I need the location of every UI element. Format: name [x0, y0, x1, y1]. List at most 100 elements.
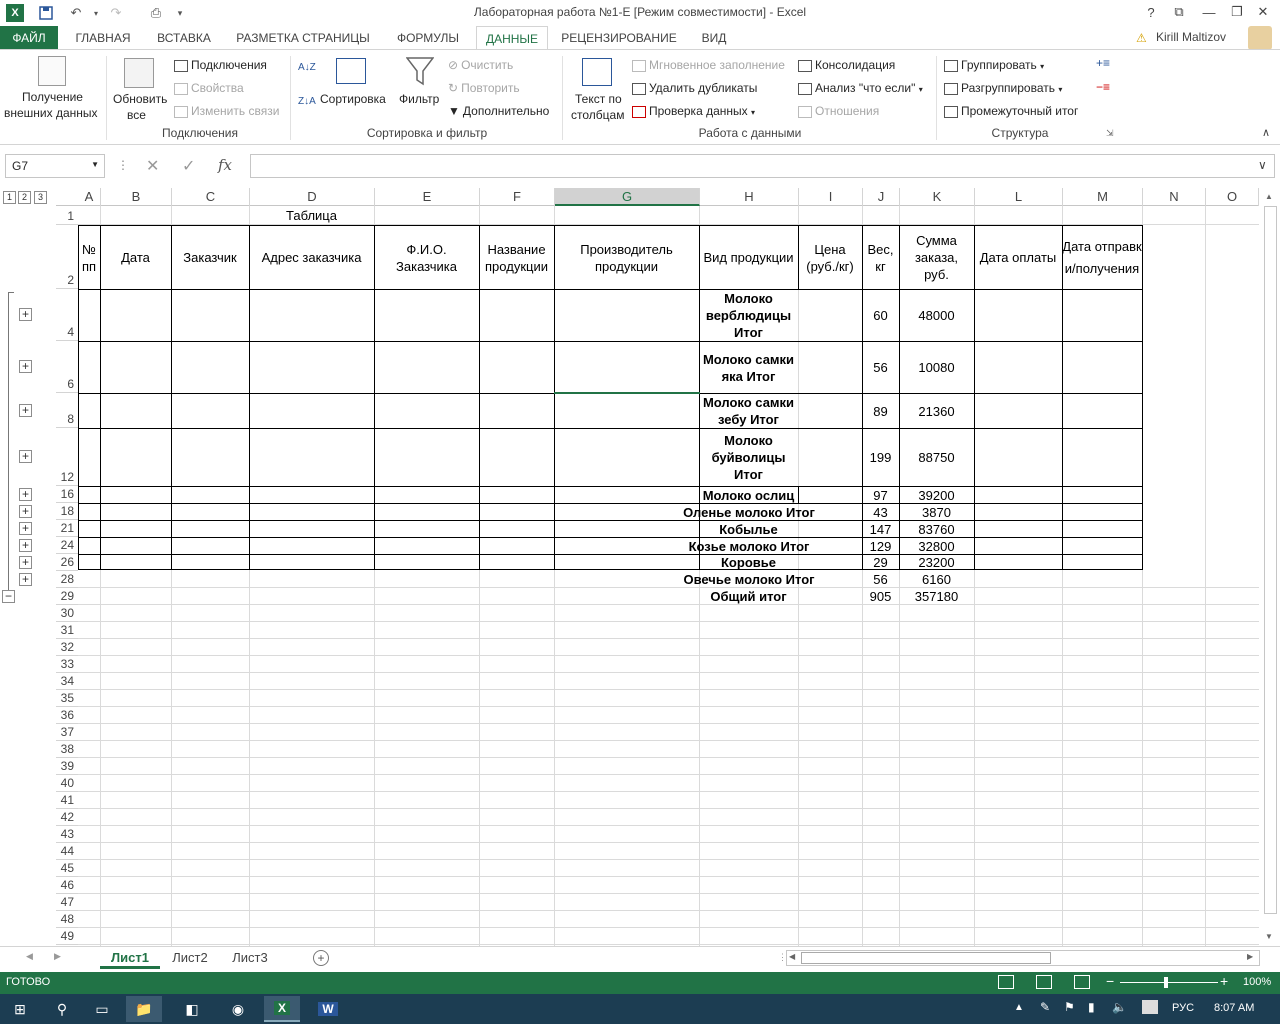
row-header[interactable]: 46	[56, 877, 78, 894]
collapse-ribbon-icon[interactable]: ∧	[1262, 126, 1270, 139]
sum-cell[interactable]: 10080	[899, 342, 974, 393]
header-cell[interactable]: Цена (руб./кг)	[798, 226, 862, 289]
get-external-label-1[interactable]: Получение	[22, 90, 83, 104]
sum-cell[interactable]: 6160	[899, 571, 974, 587]
weight-cell[interactable]: 56	[862, 342, 899, 393]
get-external-label-2[interactable]: внешних данных	[4, 106, 98, 120]
prev-sheet-icon[interactable]: ◀	[26, 951, 33, 962]
row-header[interactable]: 39	[56, 758, 78, 775]
volume-icon[interactable]: 🔈	[1112, 1000, 1127, 1014]
weight-cell[interactable]: 60	[862, 290, 899, 341]
column-header-o[interactable]: O	[1206, 188, 1259, 206]
expand-group-button[interactable]: +	[19, 308, 32, 321]
ungroup-button[interactable]: Разгруппировать ▾	[944, 81, 1062, 95]
row-header[interactable]: 2	[56, 225, 78, 289]
expand-group-button[interactable]: +	[19, 450, 32, 463]
expand-group-button[interactable]: +	[19, 573, 32, 586]
row-header[interactable]: 33	[56, 656, 78, 673]
outline-level-3[interactable]: 3	[34, 191, 47, 204]
cancel-icon[interactable]: ✕	[146, 156, 159, 176]
expand-formula-icon[interactable]: ∨	[1258, 158, 1267, 172]
scroll-down-icon[interactable]: ▼	[1265, 932, 1273, 941]
collapse-group-button[interactable]: −	[2, 590, 15, 603]
sort-za-icon[interactable]: Z↓A	[298, 96, 316, 107]
row-header[interactable]: 44	[56, 843, 78, 860]
flag-icon[interactable]: ⚑	[1064, 1000, 1075, 1014]
row-header[interactable]: 49	[56, 928, 78, 945]
weight-cell[interactable]: 89	[862, 394, 899, 428]
sum-cell[interactable]: 32800	[899, 538, 974, 554]
sum-cell[interactable]: 48000	[899, 290, 974, 341]
header-cell[interactable]: Название продукции	[479, 226, 554, 289]
expand-group-button[interactable]: +	[19, 522, 32, 535]
minimize-button[interactable]: —	[1198, 2, 1220, 22]
tab-home[interactable]: ГЛАВНАЯ	[66, 26, 140, 50]
header-cell[interactable]: Адрес заказчика	[249, 226, 374, 289]
consolidate-button[interactable]: Консолидация	[798, 58, 895, 72]
sum-cell[interactable]: 83760	[899, 521, 974, 537]
row-header[interactable]: 36	[56, 707, 78, 724]
header-cell[interactable]: Производитель продукции	[554, 226, 699, 289]
scroll-right-icon[interactable]: ▶	[1247, 952, 1253, 961]
flash-fill-button[interactable]: Мгновенное заполнение	[632, 58, 785, 72]
expand-group-button[interactable]: +	[19, 404, 32, 417]
row-header[interactable]: 12	[56, 428, 78, 486]
show-detail-icon[interactable]: +≡	[1096, 56, 1110, 70]
dialog-launcher-icon[interactable]: ⇲	[1106, 128, 1114, 139]
header-cell[interactable]: Дата отправки/получения	[1062, 226, 1142, 289]
tab-insert[interactable]: ВСТАВКА	[150, 26, 218, 50]
row-header[interactable]: 34	[56, 673, 78, 690]
sheet-tab-3[interactable]: Лист3	[224, 947, 276, 969]
grand-total-weight[interactable]: 905	[862, 588, 899, 604]
tab-file[interactable]: ФАЙЛ	[0, 26, 58, 50]
data-validation-button[interactable]: Проверка данных ▾	[632, 104, 755, 118]
worksheet-grid[interactable]: Таблица № пп Дата Заказчик Адрес заказчи…	[78, 206, 1259, 946]
whatif-button[interactable]: Анализ "что если" ▾	[798, 81, 923, 95]
tab-formulas[interactable]: ФОРМУЛЫ	[388, 26, 468, 50]
product-cell[interactable]: Молоко самки зебу Итог	[699, 394, 798, 428]
tab-view[interactable]: ВИД	[692, 26, 736, 50]
close-button[interactable]: ✕	[1252, 2, 1274, 22]
advanced-button[interactable]: ▼ Дополнительно	[448, 104, 549, 118]
product-cell[interactable]: Молоко верблюдицы Итог	[699, 290, 798, 341]
sum-cell[interactable]: 39200	[899, 487, 974, 503]
subtotal-button[interactable]: Промежуточный итог	[944, 104, 1078, 118]
keyboard-icon[interactable]	[1142, 1000, 1158, 1014]
tab-review[interactable]: РЕЦЕНЗИРОВАНИЕ	[556, 26, 682, 50]
scroll-up-icon[interactable]: ▲	[1265, 192, 1273, 201]
hscroll-thumb[interactable]	[801, 952, 1051, 964]
help-button[interactable]: ?	[1140, 2, 1162, 22]
row-header[interactable]: 4	[56, 289, 78, 341]
zoom-in-icon[interactable]: +	[1220, 973, 1228, 989]
row-header[interactable]: 37	[56, 724, 78, 741]
header-cell[interactable]: Дата оплаты	[974, 226, 1062, 289]
row-header[interactable]: 42	[56, 809, 78, 826]
horizontal-scrollbar[interactable]: ◀ ▶	[786, 950, 1260, 966]
app-icon[interactable]: ◧	[174, 996, 210, 1022]
text-to-columns-label-1[interactable]: Текст по	[575, 92, 622, 106]
network-icon[interactable]: ▮	[1088, 1000, 1095, 1014]
zoom-level[interactable]: 100%	[1243, 976, 1271, 988]
relations-button[interactable]: Отношения	[798, 104, 879, 118]
next-sheet-icon[interactable]: ▶	[54, 951, 61, 962]
row-header[interactable]: 16	[56, 486, 78, 503]
column-header-k[interactable]: K	[900, 188, 975, 206]
filter-button[interactable]: Фильтр	[399, 92, 439, 106]
tray-expand-icon[interactable]: ▲	[1014, 1002, 1024, 1013]
sheet-tab-2[interactable]: Лист2	[164, 947, 216, 969]
weight-cell[interactable]: 199	[862, 429, 899, 486]
outline-level-1[interactable]: 1	[3, 191, 16, 204]
sheet-tab-1[interactable]: Лист1	[100, 947, 160, 969]
expand-group-button[interactable]: +	[19, 488, 32, 501]
row-header[interactable]: 32	[56, 639, 78, 656]
header-cell[interactable]: № пп	[78, 226, 100, 289]
header-cell[interactable]: Вид продукции	[699, 226, 798, 289]
row-header[interactable]: 35	[56, 690, 78, 707]
column-header-l[interactable]: L	[975, 188, 1063, 206]
weight-cell[interactable]: 56	[862, 571, 899, 587]
tab-data[interactable]: ДАННЫЕ	[476, 26, 548, 51]
product-cell[interactable]: Кобылье	[699, 521, 798, 537]
user-name[interactable]: Kirill Maltizov	[1156, 30, 1226, 44]
column-header-i[interactable]: I	[799, 188, 863, 206]
product-cell[interactable]: Молоко буйволицы Итог	[699, 429, 798, 486]
